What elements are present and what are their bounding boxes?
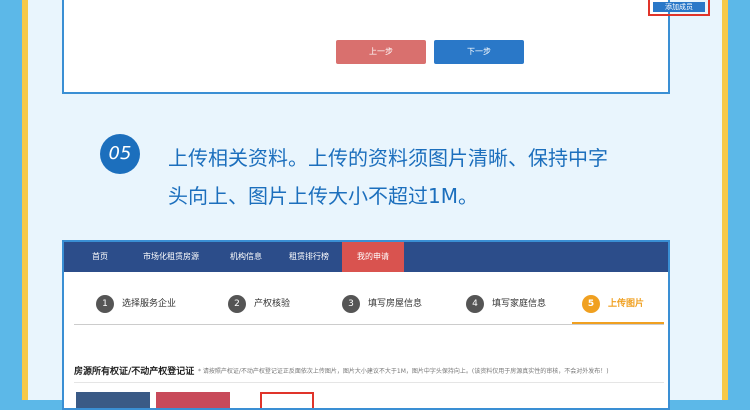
add-member-highlight: 添加成员: [648, 0, 710, 16]
prev-step-button[interactable]: 上一步: [336, 40, 426, 64]
ownership-proof-row: 房源所有权证/不动产权登记证 * 请按照产权证/不动产权登记证正反面依次上传图片…: [74, 360, 664, 383]
step-number: 3: [342, 294, 360, 313]
upload-image-slot[interactable]: [260, 392, 314, 408]
nav-item-market-rental[interactable]: 市场化租赁房源: [130, 242, 212, 272]
step-number: 5: [582, 294, 600, 313]
step-label: 上传图片: [608, 299, 645, 309]
step-select-company[interactable]: 1 选择服务企业: [96, 290, 176, 318]
ownership-proof-title: 房源所有权证/不动产权登记证: [74, 367, 195, 377]
upload-hint: * 请按照产权证/不动产权登记证正反面依次上传图片，图片大小建议不大于1M，图片…: [198, 368, 609, 375]
left-background-stripe: [0, 0, 22, 400]
top-nav-bar: 首页 市场化租赁房源 机构信息 租赁排行榜 我的申请: [64, 242, 668, 272]
step-instruction: 上传相关资料。上传的资料须图片清晰、保持中字 头向上、图片上传大小不超过1M。: [168, 139, 668, 215]
step-label: 填写房屋信息: [368, 299, 423, 309]
nav-item-rental-ranking[interactable]: 租赁排行榜: [278, 242, 340, 272]
upload-page-screenshot: 首页 市场化租赁房源 机构信息 租赁排行榜 我的申请 1 选择服务企业 2 产权核验…: [62, 240, 670, 410]
step-upload-images[interactable]: 5 上传图片: [582, 290, 644, 318]
nav-item-my-application[interactable]: 我的申请: [342, 242, 404, 272]
add-member-button[interactable]: 添加成员: [653, 2, 705, 12]
right-yellow-border: [722, 0, 728, 400]
step-instruction-line2: 头向上、图片上传大小不超过1M。: [168, 184, 478, 208]
step-family-info[interactable]: 4 填写家庭信息: [466, 290, 546, 318]
next-step-button[interactable]: 下一步: [434, 40, 524, 64]
step-house-info[interactable]: 3 填写房屋信息: [342, 290, 422, 318]
step-number-badge: 05: [100, 134, 140, 174]
nav-item-agency-info[interactable]: 机构信息: [216, 242, 276, 272]
step-number: 1: [96, 294, 114, 313]
step-label: 产权核验: [254, 299, 291, 309]
step-instruction-line1: 上传相关资料。上传的资料须图片清晰、保持中字: [168, 146, 608, 170]
step-property-verify[interactable]: 2 产权核验: [228, 290, 290, 318]
nav-item-home[interactable]: 首页: [74, 242, 126, 272]
active-step-underline: [572, 322, 664, 324]
right-background-stripe: [728, 0, 750, 400]
progress-steps: 1 选择服务企业 2 产权核验 3 填写房屋信息 4 填写家庭信息 5 上传图片: [74, 290, 664, 325]
step-number: 2: [228, 294, 246, 313]
step-label: 选择服务企业: [122, 299, 177, 309]
uploaded-image-thumbnail[interactable]: [76, 392, 150, 408]
previous-step-screenshot-card: 添加成员 上一步 下一步: [62, 0, 710, 94]
uploaded-image-thumbnail[interactable]: [156, 392, 230, 408]
step-number: 4: [466, 294, 484, 313]
step-label: 填写家庭信息: [492, 299, 547, 309]
